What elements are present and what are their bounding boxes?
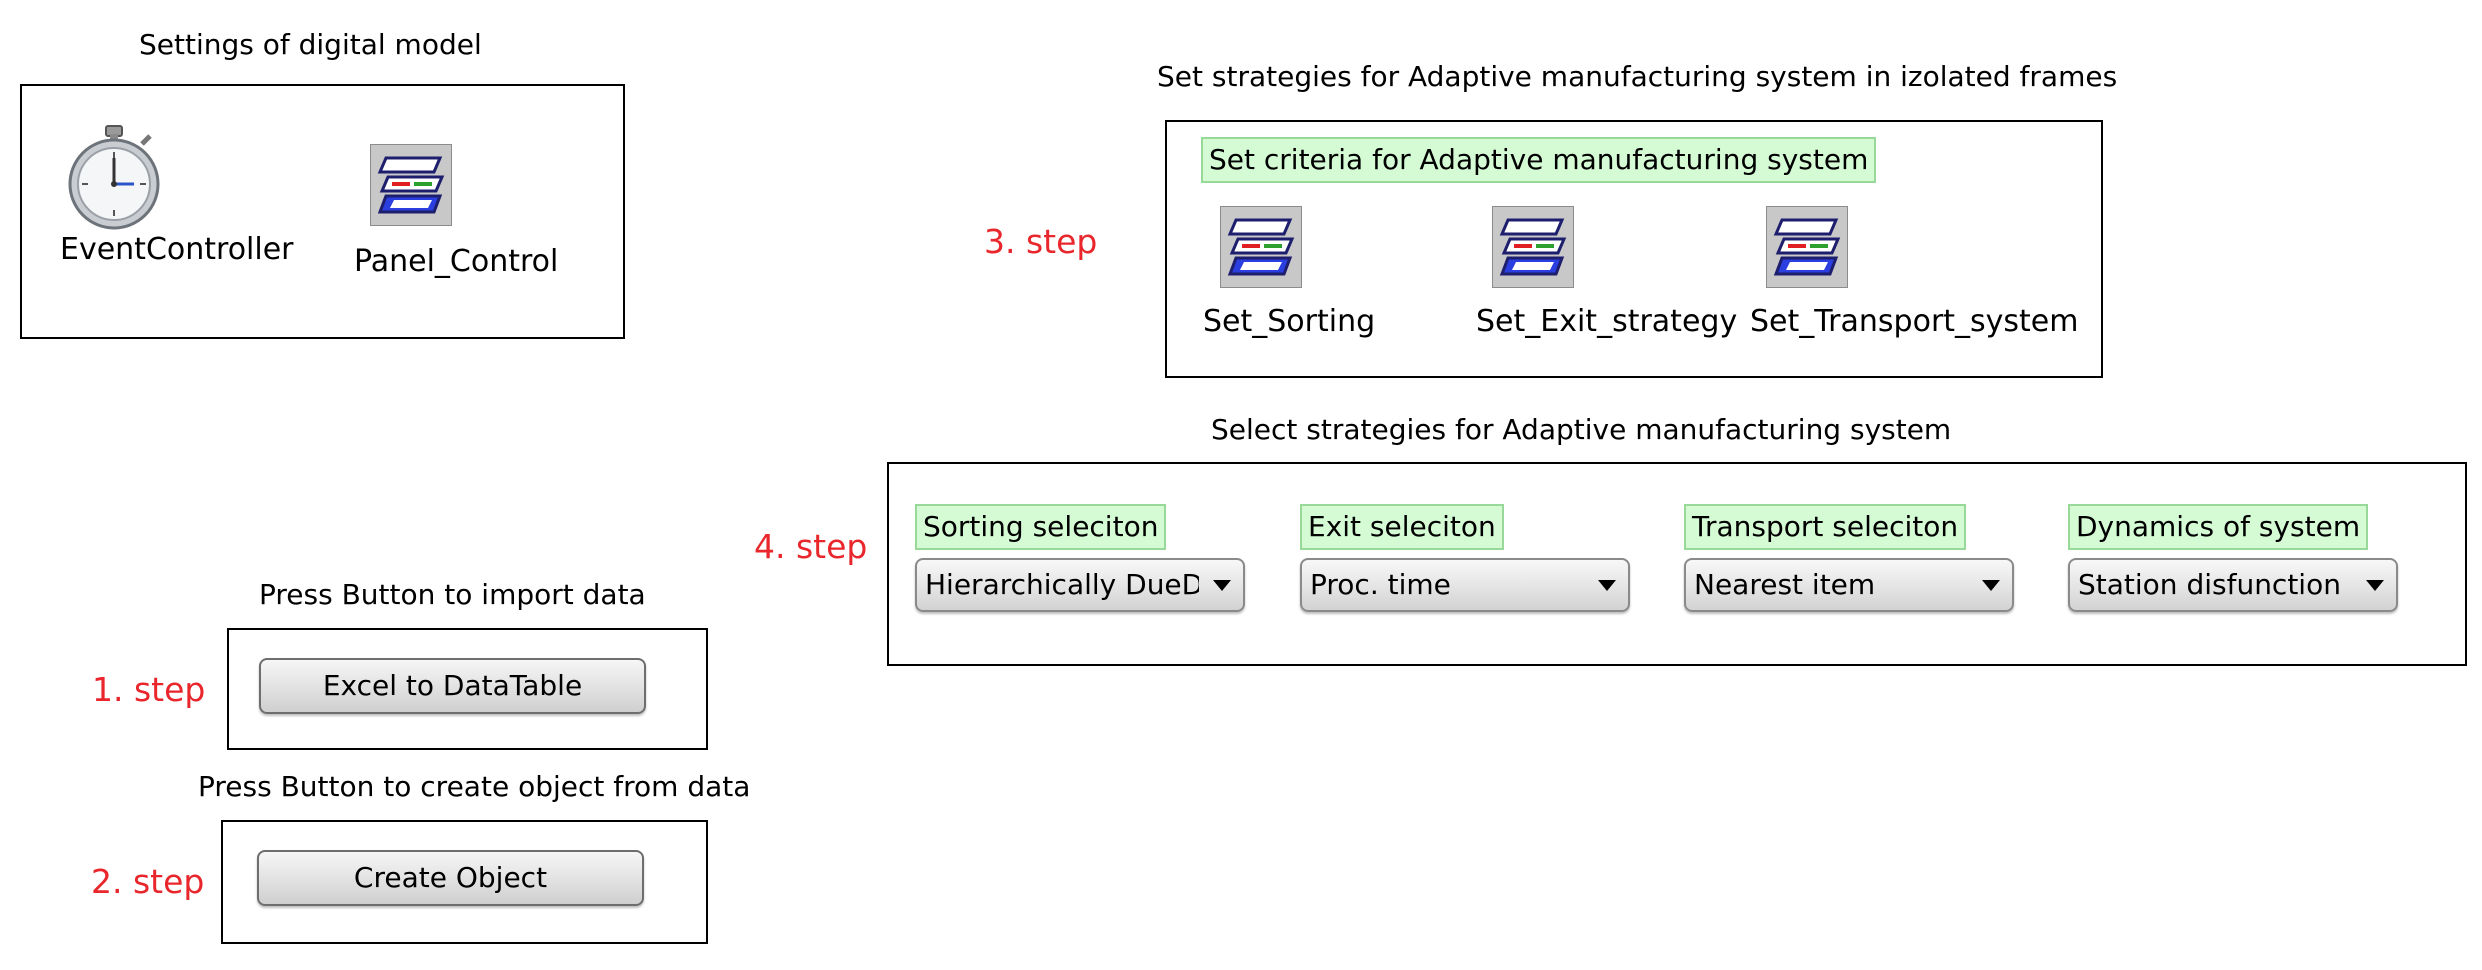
step-3-label: 3. step [984,222,1098,261]
step-2-label: 2. step [91,862,205,901]
chevron-down-icon [2366,580,2384,591]
sorting-selection-value: Hierarchically DueDa [925,568,1199,601]
transport-selection-label: Transport seleciton [1684,504,1967,550]
exit-selection-value: Proc. time [1310,568,1451,601]
strategies-title: Set strategies for Adaptive manufacturin… [1157,60,2118,93]
settings-title: Settings of digital model [139,28,482,61]
panel-control-label: Panel_Control [354,244,559,279]
sorting-selection-label: Sorting seleciton [915,504,1167,550]
transport-selection-dropdown[interactable]: Nearest item [1684,558,2014,612]
create-title: Press Button to create object from data [198,770,751,803]
chevron-down-icon [1598,580,1616,591]
set-transport-system-icon[interactable] [1764,204,1850,290]
panel-control-icon[interactable] [368,142,454,228]
exit-selection-dropdown[interactable]: Proc. time [1300,558,1630,612]
set-sorting-icon[interactable] [1218,204,1304,290]
import-title: Press Button to import data [259,578,646,611]
step-4-label: 4. step [754,527,868,566]
sorting-selection-dropdown[interactable]: Hierarchically DueDa [915,558,1245,612]
event-controller-label: EventController [60,232,294,267]
set-sorting-label: Set_Sorting [1203,304,1376,339]
dynamics-of-system-label: Dynamics of system [2068,504,2369,550]
set-exit-strategy-label: Set_Exit_strategy [1476,304,1738,339]
chevron-down-icon [1213,580,1231,591]
dynamics-of-system-value: Station disfunction [2078,568,2341,601]
excel-to-datatable-button[interactable]: Excel to DataTable [259,658,646,714]
stopwatch-icon[interactable] [64,124,164,232]
chevron-down-icon [1982,580,2000,591]
set-transport-system-label: Set_Transport_system [1750,304,2079,339]
dynamics-of-system-dropdown[interactable]: Station disfunction [2068,558,2398,612]
create-object-button[interactable]: Create Object [257,850,644,906]
select-strategies-title: Select strategies for Adaptive manufactu… [1211,413,1952,446]
exit-selection-label: Exit seleciton [1300,504,1504,550]
set-exit-strategy-icon[interactable] [1490,204,1576,290]
transport-selection-value: Nearest item [1694,568,1876,601]
criteria-label: Set criteria for Adaptive manufacturing … [1201,137,1877,183]
step-1-label: 1. step [92,670,206,709]
